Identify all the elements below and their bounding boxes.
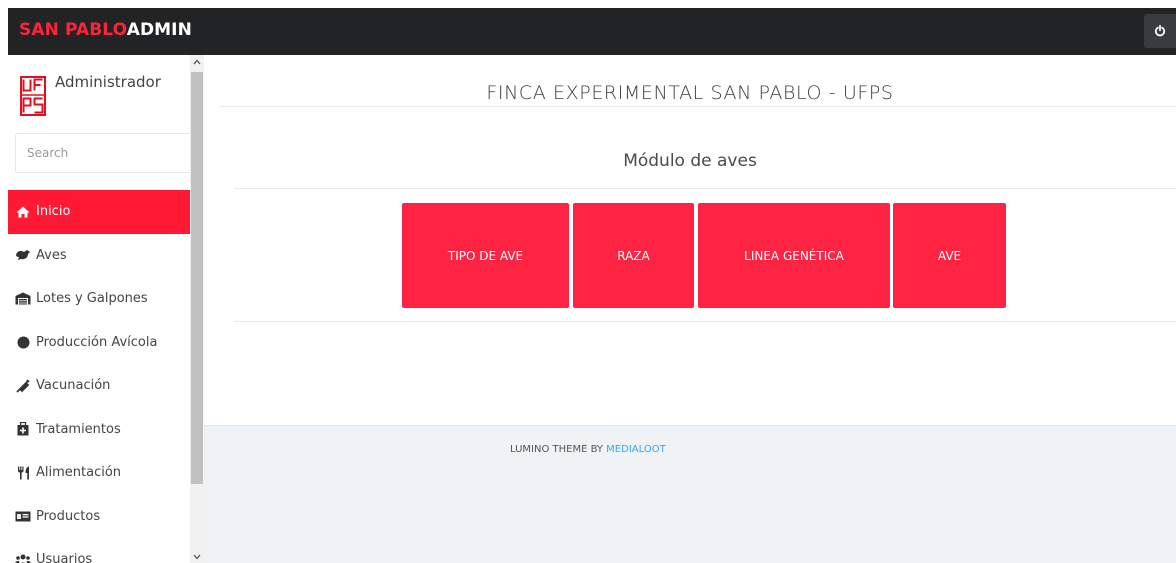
sidebar-item-label: Inicio	[36, 204, 71, 220]
footer-credit: LUMINO THEME BY MEDIALOOT	[510, 444, 666, 455]
footer-text: LUMINO THEME BY	[510, 444, 607, 455]
logout-button[interactable]	[1144, 14, 1176, 48]
scroll-up-arrow-icon[interactable]	[193, 58, 201, 66]
tile-linea-genetica-button[interactable]: LINEA GENÉTICA	[698, 203, 890, 308]
sidebar-profile: Administrador	[8, 55, 190, 125]
power-icon	[1154, 25, 1166, 37]
sidebar-item-usuarios[interactable]: Usuarios	[8, 538, 190, 563]
brand-secondary: ADMIN	[126, 20, 192, 40]
sidebar-nav: Inicio Aves Lotes y Galpones Producción …	[8, 190, 190, 563]
sidebar-item-label: Aves	[36, 247, 67, 263]
sidebar-item-inicio[interactable]: Inicio	[8, 190, 190, 234]
main-content: FINCA EXPERIMENTAL SAN PABLO - UFPS Módu…	[204, 55, 1176, 425]
utensils-icon	[15, 466, 31, 480]
sidebar-item-productos[interactable]: Productos	[8, 495, 190, 539]
home-icon	[15, 205, 31, 219]
sidebar-item-label: Producción Avícola	[36, 334, 158, 350]
footer-link[interactable]: MEDIALOOT	[606, 444, 666, 455]
circle-icon	[15, 335, 31, 349]
search-input[interactable]	[15, 133, 190, 173]
brand-logo-text[interactable]: SAN PABLOADMIN	[19, 20, 192, 40]
sidebar-item-label: Productos	[36, 508, 101, 524]
sidebar-item-aves[interactable]: Aves	[8, 234, 190, 278]
money-bill-icon	[15, 509, 31, 523]
tile-label: AVE	[937, 248, 962, 263]
users-icon	[15, 553, 31, 563]
sidebar-item-lotes[interactable]: Lotes y Galpones	[8, 277, 190, 321]
scrollbar-thumb[interactable]	[191, 72, 203, 484]
tile-label: LINEA GENÉTICA	[744, 248, 844, 263]
module-title: Módulo de aves	[623, 151, 757, 171]
footer: LUMINO THEME BY MEDIALOOT	[204, 425, 1176, 563]
ufps-logo	[20, 76, 46, 116]
sidebar-item-label: Tratamientos	[36, 421, 121, 437]
brand-primary: SAN PABLO	[19, 20, 127, 40]
tile-tipo-de-ave-button[interactable]: TIPO DE AVE	[402, 203, 569, 308]
sidebar-item-label: Usuarios	[36, 552, 93, 563]
syringe-icon	[15, 379, 31, 393]
divider	[220, 106, 1176, 107]
sidebar-item-label: Lotes y Galpones	[36, 291, 148, 307]
scroll-down-arrow-icon[interactable]	[193, 553, 201, 561]
tile-label: RAZA	[617, 248, 650, 263]
bird-icon	[15, 248, 31, 262]
divider	[234, 321, 1176, 322]
medkit-icon	[15, 422, 31, 436]
page-title: FINCA EXPERIMENTAL SAN PABLO - UFPS	[486, 82, 894, 104]
sidebar-item-label: Alimentación	[36, 465, 122, 481]
sidebar: Administrador Inicio Aves Lotes y Galpon…	[8, 55, 190, 563]
divider	[234, 188, 1176, 189]
warehouse-icon	[15, 292, 31, 306]
user-name: Administrador	[55, 73, 161, 91]
sidebar-scrollbar[interactable]	[190, 55, 204, 563]
page-margin	[0, 0, 8, 563]
sidebar-item-vacunacion[interactable]: Vacunación	[8, 364, 190, 408]
top-navbar: SAN PABLOADMIN	[8, 8, 1176, 55]
tile-label: TIPO DE AVE	[447, 248, 524, 263]
sidebar-item-produccion[interactable]: Producción Avícola	[8, 321, 190, 365]
tile-ave-button[interactable]: AVE	[893, 203, 1006, 308]
sidebar-item-alimentacion[interactable]: Alimentación	[8, 451, 190, 495]
sidebar-item-tratamientos[interactable]: Tratamientos	[8, 408, 190, 452]
sidebar-item-label: Vacunación	[36, 378, 111, 394]
tile-raza-button[interactable]: RAZA	[573, 203, 694, 308]
